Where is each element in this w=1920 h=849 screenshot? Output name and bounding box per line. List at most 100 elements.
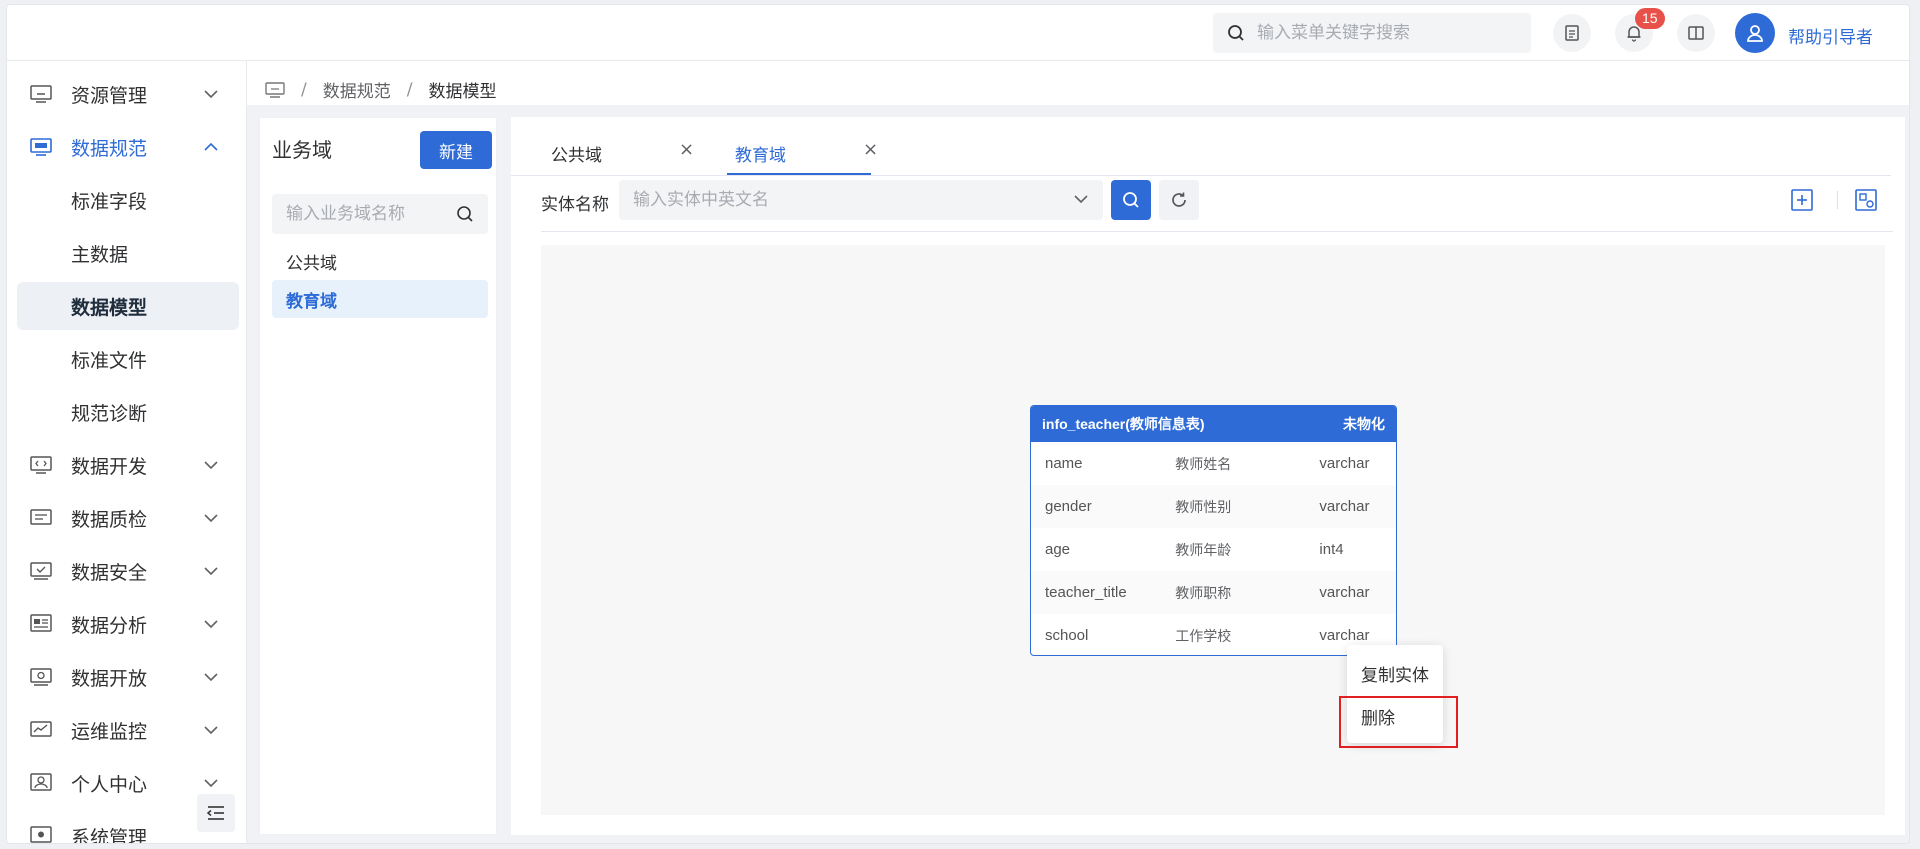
field-type: varchar (1319, 627, 1370, 644)
sub-item-data-model[interactable]: 数据模型 (17, 282, 239, 330)
notification-button[interactable]: 15 (1615, 8, 1665, 52)
sub-item-label: 规范诊断 (71, 402, 148, 425)
relation-icon[interactable] (1853, 187, 1879, 213)
indent-icon (206, 806, 224, 820)
domain-item-education[interactable]: 教育域 (272, 280, 488, 318)
breadcrumb: / 数据规范 / 数据模型 (265, 77, 496, 102)
sidebar-item-data-open[interactable]: 数据开放 (7, 653, 247, 701)
sub-item-label: 标准字段 (71, 190, 148, 213)
field-type: int4 (1319, 541, 1344, 558)
monitor-icon (30, 85, 52, 103)
entity-card-header[interactable]: info_teacher(教师信息表) 未物化 (1031, 406, 1396, 442)
entity-title: info_teacher(教师信息表) (1042, 416, 1205, 432)
delete-menu-item[interactable]: 删除 (1361, 704, 1395, 729)
entity-name-input[interactable] (633, 190, 1053, 210)
task-button[interactable] (1553, 14, 1591, 52)
sidebar-item-data-standard[interactable]: 数据规范 (7, 123, 247, 171)
close-icon[interactable]: × (863, 139, 878, 160)
check-screen-icon (30, 562, 52, 580)
tab-divider (511, 175, 1891, 176)
menu-search[interactable] (1213, 13, 1531, 53)
entity-field-row[interactable]: gender 教师性别 varchar (1031, 485, 1396, 528)
collapse-sidebar-button[interactable] (197, 794, 235, 832)
monitor-icon (30, 138, 52, 156)
notification-badge: 15 (1635, 8, 1665, 29)
toolbar-separator (1837, 191, 1838, 209)
home-screen-icon[interactable] (265, 81, 285, 99)
field-name: teacher_title (1045, 584, 1127, 601)
field-cn-name: 教师年龄 (1175, 542, 1232, 559)
sidebar-item-resource[interactable]: 资源管理 (7, 70, 247, 118)
entity-select[interactable] (619, 180, 1103, 220)
domain-search-input[interactable] (286, 204, 446, 224)
chevron-down-icon (204, 567, 218, 576)
sub-item-label: 标准文件 (71, 349, 148, 372)
refresh-button[interactable] (1159, 180, 1199, 220)
sub-item-standard-file[interactable]: 标准文件 (17, 335, 239, 383)
sub-item-master-data[interactable]: 主数据 (17, 229, 239, 277)
tab-label: 公共域 (551, 146, 602, 166)
breadcrumb-separator: / (301, 79, 307, 100)
search-icon (1123, 192, 1139, 208)
field-type: varchar (1319, 584, 1370, 601)
add-entity-icon[interactable] (1789, 187, 1815, 213)
sidebar-item-ops-monitor[interactable]: 运维监控 (7, 706, 247, 754)
sidebar-item-data-quality[interactable]: 数据质检 (7, 494, 247, 542)
chevron-down-icon (204, 673, 218, 682)
domain-search[interactable] (272, 194, 488, 234)
chevron-down-icon (204, 461, 218, 470)
sidebar-item-label: 个人中心 (71, 773, 148, 796)
entity-field-row[interactable]: age 教师年龄 int4 (1031, 528, 1396, 571)
chevron-down-icon (204, 779, 218, 788)
main-panel: 公共域 × 教育域 × 实体名称 info_teacher(教师信息表) (511, 117, 1905, 835)
gear-screen-icon (30, 826, 52, 843)
sidebar-item-label: 数据规范 (71, 137, 148, 160)
user-icon (1747, 25, 1763, 42)
model-canvas[interactable]: info_teacher(教师信息表) 未物化 name 教师姓名 varcha… (541, 245, 1885, 815)
sub-item-diagnosis[interactable]: 规范诊断 (17, 388, 239, 436)
copy-entity-menu-item[interactable]: 复制实体 (1361, 661, 1429, 686)
sidebar-item-label: 数据开放 (71, 667, 148, 690)
chevron-down-icon (204, 726, 218, 735)
field-name: gender (1045, 498, 1092, 515)
entity-filter-label: 实体名称 (541, 195, 609, 215)
entity-field-row[interactable]: teacher_title 教师职称 varchar (1031, 571, 1396, 614)
field-name: school (1045, 627, 1089, 644)
breadcrumb-item[interactable]: 数据规范 (323, 77, 391, 102)
sidebar-item-label: 资源管理 (71, 84, 148, 107)
entity-field-row[interactable]: school 工作学校 varchar (1031, 614, 1396, 655)
field-cn-name: 工作学校 (1175, 628, 1232, 645)
docs-button[interactable] (1677, 14, 1715, 52)
sidebar-item-data-security[interactable]: 数据安全 (7, 547, 247, 595)
sub-item-standard-field[interactable]: 标准字段 (17, 176, 239, 224)
user-name[interactable]: 帮助引导者 (1788, 23, 1873, 48)
book-icon (1688, 26, 1704, 40)
domain-item-public[interactable]: 公共域 (272, 242, 488, 280)
avatar[interactable] (1735, 13, 1775, 53)
domain-panel-title: 业务域 (272, 138, 332, 162)
menu-search-input[interactable] (1257, 23, 1507, 43)
close-icon[interactable]: × (679, 139, 694, 160)
entity-field-row[interactable]: name 教师姓名 varchar (1031, 442, 1396, 485)
entity-status: 未物化 (1343, 416, 1385, 432)
chevron-down-icon (204, 620, 218, 629)
search-icon[interactable] (456, 205, 474, 223)
domain-panel: 业务域 新建 公共域 教育域 (259, 117, 497, 835)
sidebar-item-data-analysis[interactable]: 数据分析 (7, 600, 247, 648)
tab-public[interactable]: 公共域 × (543, 131, 694, 175)
search-icon (1228, 25, 1244, 41)
sidebar-item-label: 运维监控 (71, 720, 148, 743)
entity-card[interactable]: info_teacher(教师信息表) 未物化 name 教师姓名 varcha… (1030, 405, 1397, 656)
search-button[interactable] (1111, 180, 1151, 220)
chevron-down-icon (204, 90, 218, 99)
clipboard-icon (1565, 25, 1579, 41)
new-domain-button[interactable]: 新建 (420, 131, 492, 169)
chevron-down-icon[interactable] (1073, 192, 1089, 206)
chevron-up-icon (204, 142, 218, 151)
app-window: 15 帮助引导者 资源管理 数据规范 标准字段 主数据 数据模型 标准文件 规范… (6, 4, 1910, 844)
sidebar-item-label: 数据质检 (71, 508, 148, 531)
field-cn-name: 教师姓名 (1175, 456, 1232, 473)
sidebar-item-label: 系统管理 (71, 826, 148, 844)
sidebar-item-data-dev[interactable]: 数据开发 (7, 441, 247, 489)
tab-education[interactable]: 教育域 × (727, 131, 878, 175)
